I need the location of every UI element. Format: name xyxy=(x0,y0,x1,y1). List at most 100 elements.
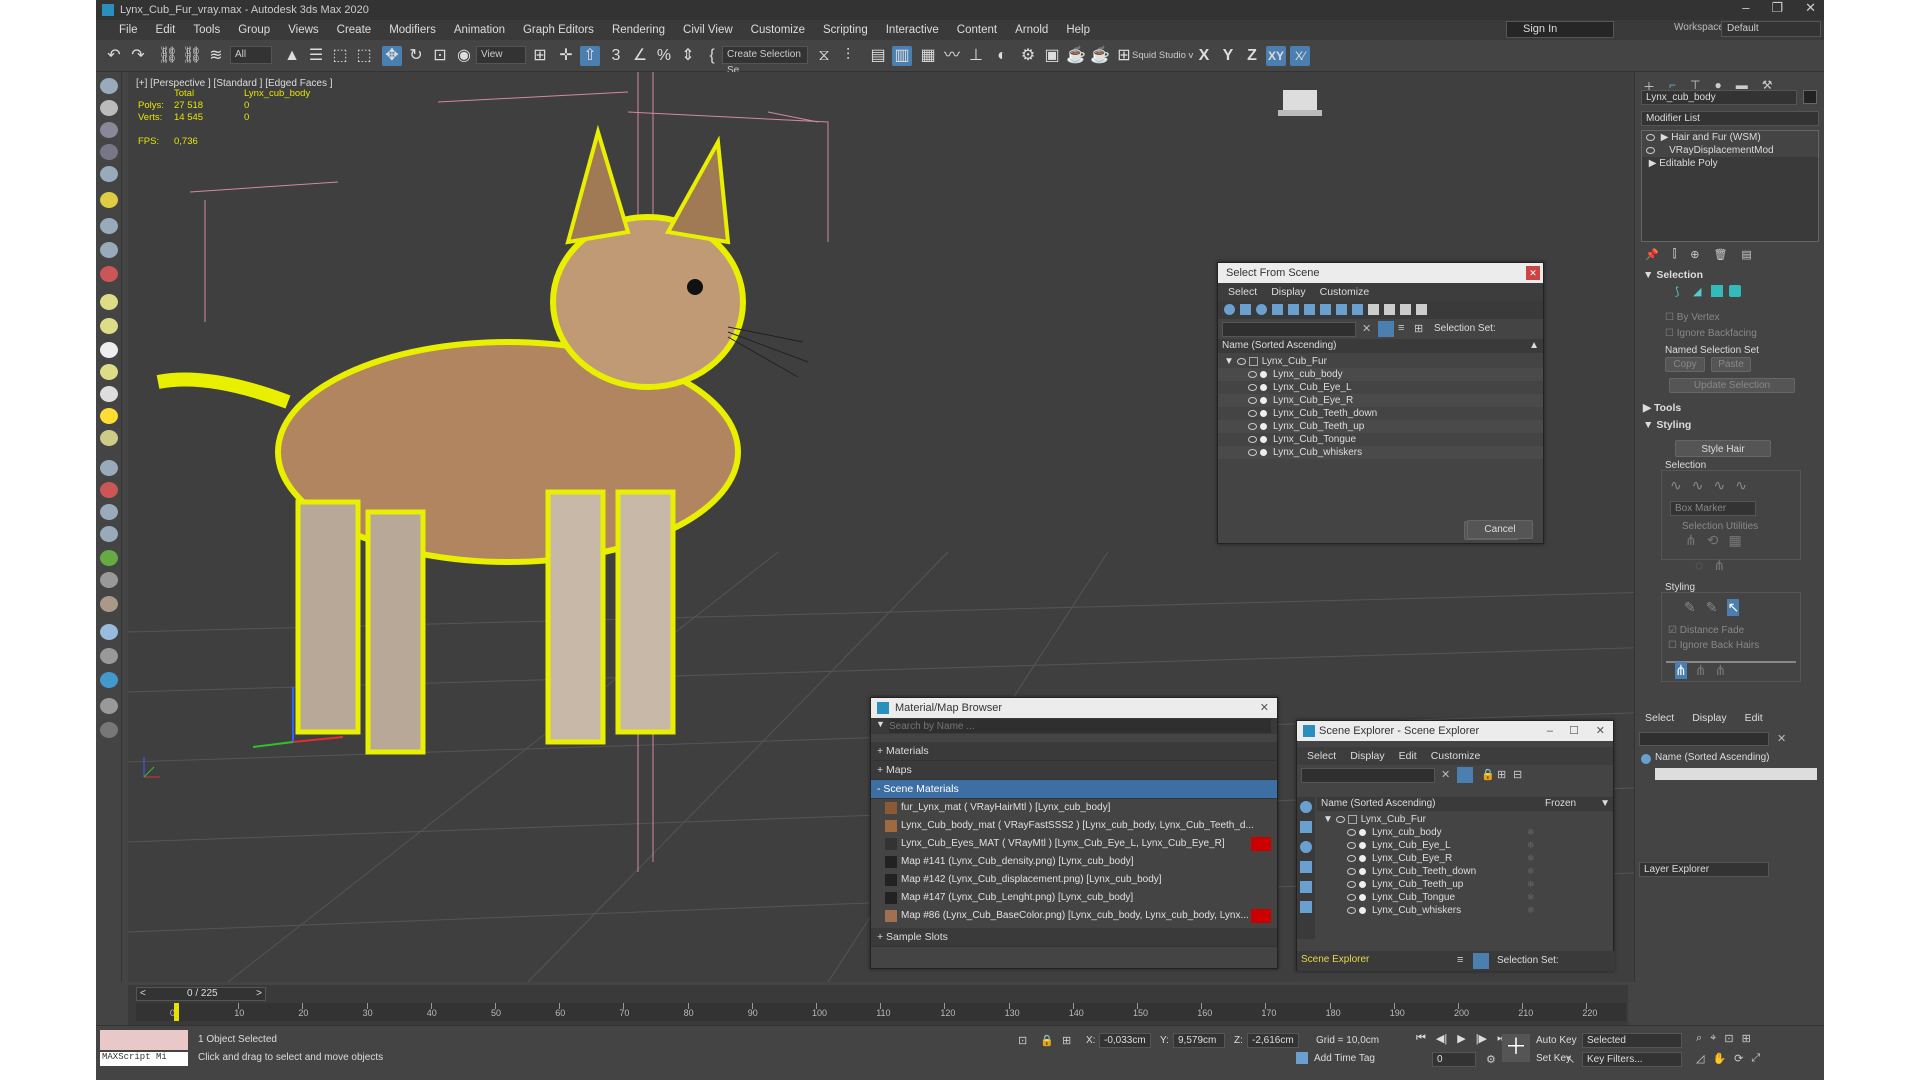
sel-hierarchy-icon[interactable] xyxy=(1473,953,1489,969)
layer-explorer-icon[interactable]: ▥ xyxy=(892,46,912,66)
texture-icon[interactable] xyxy=(100,596,118,612)
x-coord-field[interactable]: -0,033cm xyxy=(1099,1033,1151,1048)
curve-editor-icon[interactable]: 〰 xyxy=(942,46,962,66)
stack-item-hair[interactable]: ▶ Hair and Fur (WSM) xyxy=(1642,131,1818,144)
spacewarp-filter-icon[interactable] xyxy=(1300,901,1312,913)
planet-icon[interactable] xyxy=(100,624,118,640)
light-filter-icon[interactable] xyxy=(1300,841,1312,853)
element-icon[interactable] xyxy=(1729,285,1741,297)
helper-filter-icon[interactable] xyxy=(1300,881,1312,893)
image-icon[interactable] xyxy=(100,122,118,138)
axis-x-button[interactable]: X xyxy=(1194,46,1214,66)
materials-section[interactable]: + Materials xyxy=(871,742,1277,761)
material-item[interactable]: Lynx_Cub_Eyes_MAT ( VRayMtl ) [Lynx_Cub_… xyxy=(871,835,1277,853)
sort-icon[interactable]: ⊟ xyxy=(1513,768,1522,781)
y-coord-field[interactable]: 9,579cm xyxy=(1173,1033,1225,1048)
stack-item-vraydisp[interactable]: VRayDisplacementMod xyxy=(1642,144,1818,157)
visibility-icon[interactable] xyxy=(1248,383,1257,391)
show-hidden-icon[interactable]: ⋔ xyxy=(1713,557,1725,574)
render-setup-icon[interactable]: ⚙ xyxy=(1018,46,1038,66)
make-unique-icon[interactable]: ⊕ xyxy=(1690,248,1699,266)
keyboard-shortcut-icon[interactable]: ⇧ xyxy=(580,46,600,66)
face-icon[interactable]: ◢ xyxy=(1693,285,1705,298)
menu-select[interactable]: Select xyxy=(1645,712,1674,724)
tree-item[interactable]: Lynx_Cub_Teeth_down ❄ xyxy=(1319,865,1613,878)
menu-help[interactable]: Help xyxy=(1057,24,1099,36)
close-icon[interactable]: ✕ xyxy=(1260,698,1269,718)
select-hair-icon-2[interactable]: ∿ xyxy=(1692,477,1704,494)
select-hair-icon-1[interactable]: ∿ xyxy=(1670,477,1682,494)
tree-item[interactable]: Lynx_Cub_Teeth_up ❄ xyxy=(1319,878,1613,891)
close-icon[interactable]: ✕ xyxy=(1526,266,1540,280)
invert-icon[interactable] xyxy=(1400,304,1411,315)
guides-icon[interactable]: ⟆ xyxy=(1675,285,1687,298)
spacewarp-filter-icon[interactable] xyxy=(1304,304,1315,315)
show-end-result-icon[interactable]: ⫿ xyxy=(1673,248,1677,266)
add-time-tag[interactable]: Add Time Tag xyxy=(1314,1053,1375,1064)
current-frame-field[interactable]: 0 xyxy=(1432,1052,1476,1067)
freeze-icon[interactable]: ❄ xyxy=(1527,904,1535,917)
search-input[interactable] xyxy=(1222,322,1356,337)
menu-animation[interactable]: Animation xyxy=(445,24,514,36)
plant-icon[interactable] xyxy=(100,550,118,566)
axis-y-button[interactable]: Y xyxy=(1218,46,1238,66)
brush-tool-icon[interactable] xyxy=(100,482,118,498)
hierarchy-tab-icon[interactable]: ⊤ xyxy=(1690,78,1700,92)
visibility-icon[interactable] xyxy=(1248,409,1257,417)
select-move-icon[interactable]: ✥ xyxy=(382,46,402,66)
help-icon[interactable] xyxy=(100,722,118,738)
visibility-icon[interactable] xyxy=(1248,448,1257,456)
maximize-icon[interactable]: ❐ xyxy=(1771,0,1783,16)
axis-z-button[interactable]: Z xyxy=(1242,46,1262,66)
modifier-list-dropdown[interactable]: Modifier List xyxy=(1641,111,1819,126)
menu-select[interactable]: Select xyxy=(1228,283,1257,301)
rendered-frame-icon[interactable]: ▣ xyxy=(1042,46,1062,66)
shape-filter-icon[interactable] xyxy=(1240,304,1251,315)
placement-icon[interactable]: ◉ xyxy=(454,46,474,66)
scene-materials-section[interactable]: - Scene Materials xyxy=(871,780,1277,799)
select-scale-icon[interactable]: ⊡ xyxy=(430,46,450,66)
filter-toggle-icon[interactable] xyxy=(1457,767,1473,783)
selection-filter-dropdown[interactable]: All xyxy=(230,46,272,64)
tree-root[interactable]: ▼ Lynx_Cub_Fur xyxy=(1319,813,1613,826)
manipulate-icon[interactable]: ✛ xyxy=(556,46,576,66)
view-cube[interactable] xyxy=(1278,90,1322,116)
group-filter-icon[interactable] xyxy=(1320,304,1331,315)
selection-lock-icon[interactable]: 🔒 xyxy=(1040,1034,1054,1047)
zoom-icon[interactable]: ⌕ xyxy=(1696,1032,1702,1045)
hair-brush-icon[interactable]: ✎ xyxy=(1684,599,1696,616)
maxscript-input[interactable]: MAXScript Mi xyxy=(100,1052,188,1066)
visibility-icon[interactable] xyxy=(1347,893,1356,901)
grid-icon[interactable] xyxy=(100,166,118,182)
undo-icon[interactable]: ↶ xyxy=(104,46,124,66)
hair-icon[interactable] xyxy=(100,460,118,476)
utilities-tab-icon[interactable]: ⚒ xyxy=(1762,78,1773,92)
edit-named-sel-icon[interactable]: { xyxy=(702,46,722,66)
torus-icon[interactable] xyxy=(100,364,118,380)
render-iterative-icon[interactable]: ☕ xyxy=(1090,46,1110,66)
squid-studio-label[interactable]: Squid Studio v xyxy=(1132,50,1193,61)
tree-item[interactable]: Lynx_Cub_whiskers ❄ xyxy=(1319,904,1613,917)
camera-filter-icon[interactable] xyxy=(1272,304,1283,315)
tree-item[interactable]: Lynx_Cub_Tongue xyxy=(1218,433,1543,446)
menu-arnold[interactable]: Arnold xyxy=(1006,24,1057,36)
time-slider[interactable]: < 0 / 225 > xyxy=(136,987,266,1001)
visibility-icon[interactable] xyxy=(1248,422,1257,430)
polygon-icon[interactable] xyxy=(1711,285,1723,297)
ribbon-icon[interactable]: ▦ xyxy=(918,46,938,66)
redo-icon[interactable]: ↷ xyxy=(128,46,148,66)
explorer-name-dropdown[interactable]: Scene Explorer xyxy=(1301,954,1369,965)
tree-item[interactable]: Lynx_Cub_whiskers xyxy=(1218,446,1543,459)
filter-toggle-icon[interactable] xyxy=(1378,321,1394,337)
clear-search-icon[interactable]: ✕ xyxy=(1777,732,1786,745)
tree-item[interactable]: Lynx_Cub_Eye_R ❄ xyxy=(1319,852,1613,865)
minimize-icon[interactable]: – xyxy=(1742,0,1749,16)
mirror-icon[interactable]: ⧖ xyxy=(814,46,834,66)
freeze-icon[interactable]: ❄ xyxy=(1527,865,1535,878)
brush-icon[interactable] xyxy=(100,78,118,94)
close-icon[interactable]: ✕ xyxy=(1805,0,1816,16)
axis-xy-button[interactable]: XY xyxy=(1266,46,1286,66)
shape-filter-icon[interactable] xyxy=(1300,821,1312,833)
visibility-icon[interactable] xyxy=(1248,435,1257,443)
explorer-column-header[interactable]: Name (Sorted Ascending) Frozen ▼ xyxy=(1317,797,1613,811)
